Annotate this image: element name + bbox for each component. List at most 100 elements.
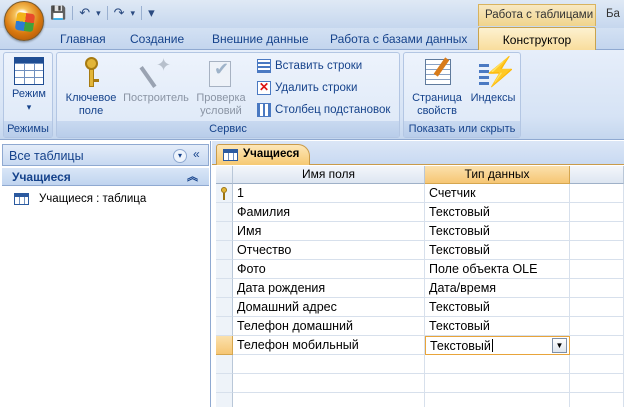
nav-dropdown-icon[interactable]: ▾ (173, 149, 187, 163)
row-selector-header[interactable] (216, 166, 233, 184)
table-icon (223, 149, 238, 161)
row-selector[interactable] (216, 260, 233, 279)
nav-group-students[interactable]: Учащиеся ︽ (2, 168, 209, 186)
test-validation-button[interactable]: ✔ Проверка условий (191, 57, 251, 118)
field-name-cell[interactable]: 1 (233, 184, 425, 203)
row-selector[interactable] (216, 241, 233, 260)
field-name-cell[interactable] (233, 374, 425, 393)
data-type-cell[interactable]: Дата/время (425, 279, 570, 298)
row-selector[interactable] (216, 203, 233, 222)
indexes-button[interactable]: ⚡ Индексы (466, 57, 520, 105)
row-selector[interactable] (216, 374, 233, 393)
field-name-cell[interactable]: Фото (233, 260, 425, 279)
ribbon-tabs: Главная Создание Внешние данные Работа с… (0, 27, 624, 51)
description-cell[interactable] (570, 279, 624, 298)
data-type-cell[interactable]: Текстовый (425, 222, 570, 241)
table-row[interactable]: Домашний адрес Текстовый (216, 298, 624, 317)
data-type-cell[interactable]: Текстовый (425, 203, 570, 222)
tab-database-tools[interactable]: Работа с базами данных (330, 32, 467, 46)
description-cell[interactable] (570, 260, 624, 279)
description-cell[interactable] (570, 222, 624, 241)
delete-rows-button[interactable]: Удалить строки (257, 80, 357, 95)
qat-separator (72, 6, 74, 20)
table-row[interactable]: Отчество Текстовый (216, 241, 624, 260)
data-type-cell[interactable]: Текстовый (425, 241, 570, 260)
data-type-cell[interactable] (425, 393, 570, 407)
table-row[interactable]: Дата рождения Дата/время (216, 279, 624, 298)
nav-item-students-table[interactable]: Учащиеся : таблица (14, 191, 146, 207)
field-name-cell[interactable]: Фамилия (233, 203, 425, 222)
description-cell[interactable] (570, 317, 624, 336)
table-row[interactable]: 1 Счетчик (216, 184, 624, 203)
data-type-dropdown-icon[interactable]: ▼ (552, 338, 567, 353)
description-cell[interactable] (570, 374, 624, 393)
field-name-cell[interactable]: Отчество (233, 241, 425, 260)
property-sheet-button[interactable]: Страница свойств (406, 57, 468, 118)
data-type-cell[interactable]: Текстовый (425, 298, 570, 317)
table-row[interactable]: Фото Поле объекта OLE (216, 260, 624, 279)
row-selector[interactable] (216, 336, 233, 355)
row-selector[interactable] (216, 184, 233, 203)
tab-create[interactable]: Создание (130, 32, 184, 46)
column-header-data-type[interactable]: Тип данных (425, 166, 570, 184)
row-selector[interactable] (216, 355, 233, 374)
column-header-description[interactable] (570, 166, 624, 184)
insert-rows-button[interactable]: Вставить строки (257, 59, 362, 73)
primary-key-button[interactable]: Ключевое поле (61, 57, 121, 118)
description-cell[interactable] (570, 355, 624, 374)
save-icon[interactable]: 💾 (50, 5, 66, 21)
field-name-cell[interactable]: Телефон домашний (233, 317, 425, 336)
view-button[interactable]: Режим ▾ (10, 57, 48, 114)
table-row[interactable]: Телефон мобильный Текстовый ▼ (216, 336, 624, 355)
data-type-value: Текстовый (429, 300, 490, 314)
validation-check-icon: ✔ (205, 57, 237, 89)
field-name-cell[interactable] (233, 393, 425, 407)
row-selector[interactable] (216, 317, 233, 336)
undo-icon[interactable]: ↶ (79, 5, 90, 21)
data-type-cell[interactable] (425, 355, 570, 374)
data-type-cell[interactable]: Текстовый ▼ (425, 336, 570, 355)
tab-external-data[interactable]: Внешние данные (212, 32, 309, 46)
description-cell[interactable] (570, 393, 624, 407)
field-name-cell[interactable]: Домашний адрес (233, 298, 425, 317)
customize-qat-icon[interactable]: ▾ (148, 5, 155, 21)
chevron-up-icon[interactable]: ︽ (187, 168, 198, 184)
field-name-cell[interactable]: Имя (233, 222, 425, 241)
field-name-cell[interactable] (233, 355, 425, 374)
data-type-cell[interactable]: Текстовый (425, 317, 570, 336)
table-row[interactable] (216, 355, 624, 374)
test-validation-label-line2: условий (200, 105, 242, 117)
description-cell[interactable] (570, 336, 624, 355)
field-name-cell[interactable]: Телефон мобильный (233, 336, 425, 355)
row-selector[interactable] (216, 393, 233, 407)
table-row[interactable] (216, 393, 624, 407)
lookup-column-button[interactable]: Столбец подстановок (257, 103, 390, 117)
tab-home[interactable]: Главная (60, 32, 106, 46)
redo-dropdown-icon[interactable]: ▾ (131, 5, 136, 21)
table-row[interactable]: Телефон домашний Текстовый (216, 317, 624, 336)
table-row[interactable]: Имя Текстовый (216, 222, 624, 241)
field-name-cell[interactable]: Дата рождения (233, 279, 425, 298)
undo-dropdown-icon[interactable]: ▾ (96, 5, 101, 21)
redo-icon[interactable]: ↷ (114, 5, 125, 21)
builder-button[interactable]: ✦ Построитель (121, 56, 191, 105)
data-type-cell[interactable]: Счетчик (425, 184, 570, 203)
view-button-label: Режим (12, 88, 46, 100)
data-type-cell[interactable]: Поле объекта OLE (425, 260, 570, 279)
row-selector[interactable] (216, 298, 233, 317)
tab-design[interactable]: Конструктор (478, 27, 596, 51)
row-selector[interactable] (216, 279, 233, 298)
description-cell[interactable] (570, 298, 624, 317)
row-selector[interactable] (216, 222, 233, 241)
description-cell[interactable] (570, 241, 624, 260)
table-row[interactable] (216, 374, 624, 393)
column-header-field-name[interactable]: Имя поля (233, 166, 425, 184)
data-type-cell[interactable] (425, 374, 570, 393)
table-row[interactable]: Фамилия Текстовый (216, 203, 624, 222)
nav-pane-header[interactable]: Все таблицы ▾ « (2, 144, 209, 166)
nav-collapse-icon[interactable]: « (193, 147, 200, 161)
description-cell[interactable] (570, 184, 624, 203)
office-button[interactable] (4, 1, 44, 41)
document-tab-students[interactable]: Учащиеся (216, 144, 310, 165)
description-cell[interactable] (570, 203, 624, 222)
